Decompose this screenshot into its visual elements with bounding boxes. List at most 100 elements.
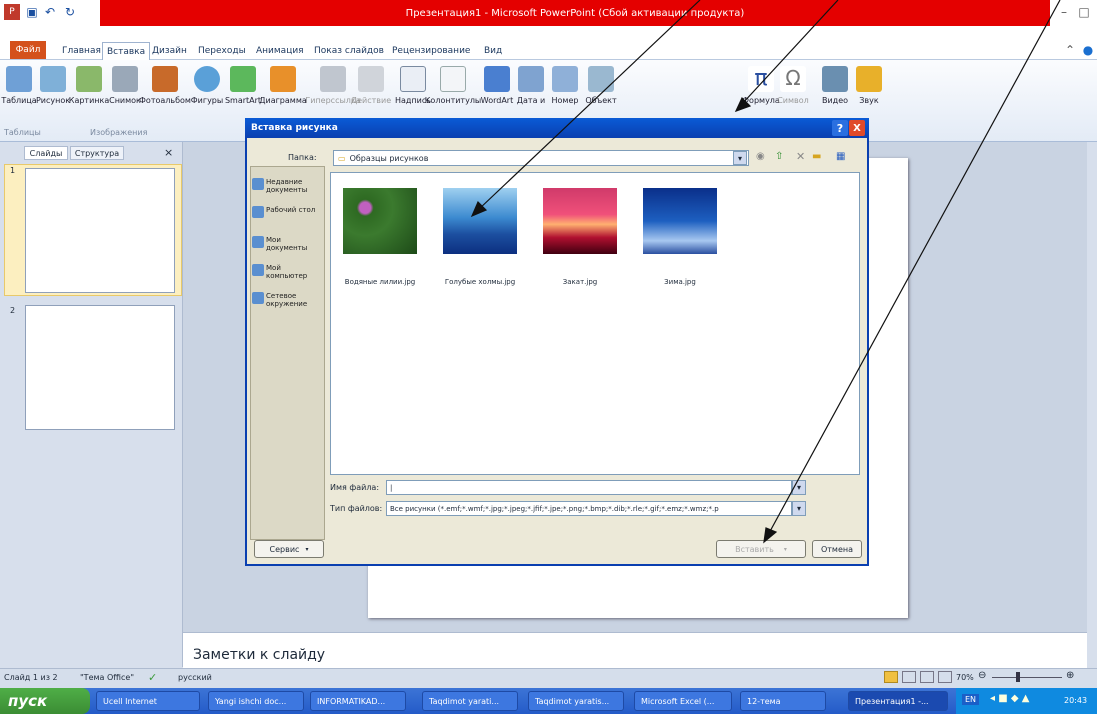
table-button[interactable]: Таблица	[1, 66, 37, 116]
place-recent[interactable]: Недавние документы	[252, 178, 324, 194]
spellcheck-icon[interactable]: ✓	[148, 671, 157, 684]
taskbar-item[interactable]: Taqdimot yaratis...	[528, 691, 624, 711]
normal-view-icon[interactable]	[884, 671, 898, 683]
file-thumbnail-water-lilies[interactable]	[343, 188, 417, 254]
tab-outline[interactable]: Структура	[70, 146, 124, 160]
clock: 20:43	[1064, 696, 1088, 705]
tab-review[interactable]: Рецензирование	[388, 42, 474, 60]
zoom-slider[interactable]	[992, 677, 1062, 678]
taskbar-item[interactable]: Yangi ishchi doc...	[208, 691, 304, 711]
smartart-icon	[230, 66, 256, 92]
chevron-down-icon[interactable]: ▾	[733, 151, 747, 165]
taskbar-item[interactable]: 12-тема	[740, 691, 826, 711]
slide-sorter-icon[interactable]	[902, 671, 916, 683]
symbol-button[interactable]: Ω Символ	[776, 66, 810, 116]
taskbar-item[interactable]: INFORMATIKAD...	[310, 691, 406, 711]
maximize-icon[interactable]: □	[1076, 4, 1092, 20]
back-icon[interactable]: ◉	[756, 151, 765, 162]
file-name[interactable]: Водяные лилии.jpg	[330, 278, 430, 286]
wordart-button[interactable]: WordArt	[480, 66, 514, 116]
minimize-icon[interactable]: –	[1056, 4, 1072, 20]
object-button[interactable]: Объект	[584, 66, 618, 116]
collapse-ribbon-icon[interactable]: ⌃	[1062, 42, 1078, 58]
tab-home[interactable]: Главная	[58, 42, 105, 60]
input-language[interactable]: EN	[962, 694, 980, 705]
save-icon[interactable]: ▣	[24, 4, 40, 20]
slide-number-button[interactable]: Номер	[548, 66, 582, 116]
dialog-close-button[interactable]: X	[849, 120, 865, 136]
clipart-icon	[76, 66, 102, 92]
tab-view[interactable]: Вид	[480, 42, 506, 60]
slideshow-icon[interactable]	[938, 671, 952, 683]
file-thumbnail-winter[interactable]	[643, 188, 717, 254]
zoom-level[interactable]: 70%	[956, 673, 974, 682]
audio-button[interactable]: Звук	[852, 66, 886, 116]
zoom-slider-thumb[interactable]	[1016, 672, 1020, 682]
cancel-button[interactable]: Отмена	[812, 540, 862, 558]
smartart-button[interactable]: SmartArt	[225, 66, 261, 116]
zoom-in-icon[interactable]: ⊕	[1066, 670, 1074, 681]
shapes-button[interactable]: Фигуры	[190, 66, 224, 116]
delete-icon[interactable]: ✕	[796, 150, 805, 163]
tab-slides[interactable]: Слайды	[24, 146, 68, 160]
slide-thumbnail-2[interactable]	[25, 305, 175, 430]
undo-icon[interactable]: ↶	[42, 4, 58, 20]
clipart-button[interactable]: Картинка	[69, 66, 109, 116]
screenshot-button[interactable]: Снимок	[108, 66, 142, 116]
language-indicator[interactable]: русский	[178, 673, 212, 682]
file-thumbnail-blue-hills[interactable]	[443, 188, 517, 254]
date-time-button[interactable]: Дата и	[514, 66, 548, 116]
file-name[interactable]: Голубые холмы.jpg	[430, 278, 530, 286]
taskbar-item-active[interactable]: Презентация1 -...	[848, 691, 948, 711]
place-network[interactable]: Сетевое окружение	[252, 292, 324, 308]
hyperlink-button[interactable]: Гиперссылка	[305, 66, 361, 116]
slide-thumbnail-1[interactable]	[25, 168, 175, 293]
lookin-dropdown[interactable]: ▭ Образцы рисунков	[333, 150, 749, 166]
photo-album-button[interactable]: Фотоальбом	[139, 66, 191, 116]
tab-file[interactable]: Файл	[10, 41, 46, 59]
filename-input[interactable]: |	[386, 480, 792, 495]
filetype-select[interactable]: Все рисунки (*.emf;*.wmf;*.jpg;*.jpeg;*.…	[386, 501, 792, 516]
file-name[interactable]: Закат.jpg	[530, 278, 630, 286]
window-title: Презентация1 - Microsoft PowerPoint (Сбо…	[100, 0, 1050, 26]
insert-button[interactable]: Вставить ▾	[716, 540, 806, 558]
place-my-computer[interactable]: Мой компьютер	[252, 264, 324, 280]
notes-pane[interactable]: Заметки к слайду	[183, 632, 1087, 668]
file-thumbnail-sunset[interactable]	[543, 188, 617, 254]
textbox-button[interactable]: Надпись	[395, 66, 431, 116]
start-button[interactable]: пуск	[0, 688, 90, 714]
help-icon[interactable]: ●	[1080, 42, 1096, 58]
file-name[interactable]: Зима.jpg	[630, 278, 730, 286]
folder-icon: ▭	[338, 153, 346, 163]
zoom-out-icon[interactable]: ⊖	[978, 670, 986, 681]
equation-button[interactable]: π Формула	[742, 66, 780, 116]
picture-button[interactable]: Рисунок	[36, 66, 70, 116]
tab-slideshow[interactable]: Показ слайдов	[310, 42, 388, 60]
close-panel-icon[interactable]: ×	[164, 146, 173, 159]
lookin-label: Папка:	[288, 153, 317, 162]
up-folder-icon[interactable]: ⇧	[775, 151, 783, 162]
tools-button[interactable]: Сервис ▾	[254, 540, 324, 558]
place-desktop[interactable]: Рабочий стол	[252, 206, 324, 218]
tab-design[interactable]: Дизайн	[148, 42, 191, 60]
tab-insert[interactable]: Вставка	[102, 42, 151, 60]
taskbar-item[interactable]: Ucell Internet	[96, 691, 200, 711]
redo-icon[interactable]: ↻	[62, 4, 78, 20]
reading-view-icon[interactable]	[920, 671, 934, 683]
tab-transitions[interactable]: Переходы	[194, 42, 250, 60]
chevron-down-icon[interactable]: ▾	[792, 501, 806, 516]
taskbar-item[interactable]: Microsoft Excel (...	[634, 691, 732, 711]
taskbar-item[interactable]: Taqdimot yarati...	[422, 691, 518, 711]
tab-animation[interactable]: Анимация	[252, 42, 308, 60]
new-folder-icon[interactable]: ▬	[812, 151, 821, 162]
video-button[interactable]: Видео	[818, 66, 852, 116]
chevron-down-icon[interactable]: ▾	[792, 480, 806, 495]
views-icon[interactable]: ▦	[836, 151, 845, 162]
dialog-help-button[interactable]: ?	[832, 120, 848, 136]
place-my-documents[interactable]: Мои документы	[252, 236, 324, 252]
chart-button[interactable]: Диаграмма	[259, 66, 307, 116]
computer-icon	[252, 264, 264, 276]
picture-icon	[40, 66, 66, 92]
header-footer-button[interactable]: Колонтитулы	[425, 66, 481, 116]
action-button[interactable]: Действие	[351, 66, 391, 116]
